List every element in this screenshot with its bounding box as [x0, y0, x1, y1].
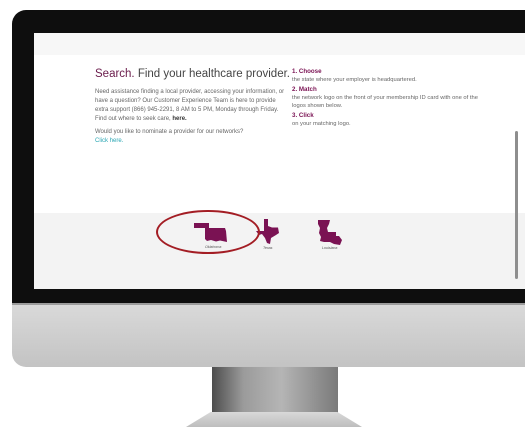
monitor-chin [12, 303, 525, 367]
monitor-chin-edge [12, 303, 525, 305]
monitor-stand-base [186, 412, 362, 427]
search-heading: Search. Find your healthcare provider. [95, 67, 290, 81]
state-logo-louisiana[interactable] [318, 220, 344, 246]
search-column: Search. Find your healthcare provider. N… [95, 67, 290, 146]
here-link[interactable]: here. [172, 116, 186, 122]
monitor-screen: Search. Find your healthcare provider. N… [34, 33, 525, 289]
step-3-title: 3. Click [292, 112, 314, 119]
state-logos-row: Oklahoma Texas Louisiana [34, 213, 525, 289]
assistance-paragraph: Need assistance finding a local provider… [95, 88, 285, 124]
steps-column: 1. Choose the state where your employer … [292, 68, 482, 130]
assistance-text: Need assistance finding a local provider… [95, 89, 285, 122]
search-panel: Search. Find your healthcare provider. N… [34, 55, 525, 223]
oklahoma-highlight-ring [156, 210, 260, 254]
step-1-desc: the state where your employer is headqua… [292, 77, 417, 83]
step-1-title: 1. Choose [292, 68, 322, 75]
state-label-texas: Texas [263, 246, 273, 250]
state-label-louisiana: Louisiana [322, 246, 338, 250]
page-scrollbar[interactable] [515, 131, 518, 279]
step-2-desc: the network logo on the front of your me… [292, 95, 478, 109]
step-2-title: 2. Match [292, 86, 317, 93]
nominate-paragraph: Would you like to nominate a provider fo… [95, 128, 285, 146]
step-3-desc: on your matching logo. [292, 121, 351, 127]
search-heading-accent: Search. [95, 68, 135, 80]
search-heading-rest: Find your healthcare provider. [134, 68, 290, 80]
nominate-text: Would you like to nominate a provider fo… [95, 129, 244, 135]
nominate-link[interactable]: Click here. [95, 138, 123, 144]
louisiana-state-icon [318, 220, 342, 245]
